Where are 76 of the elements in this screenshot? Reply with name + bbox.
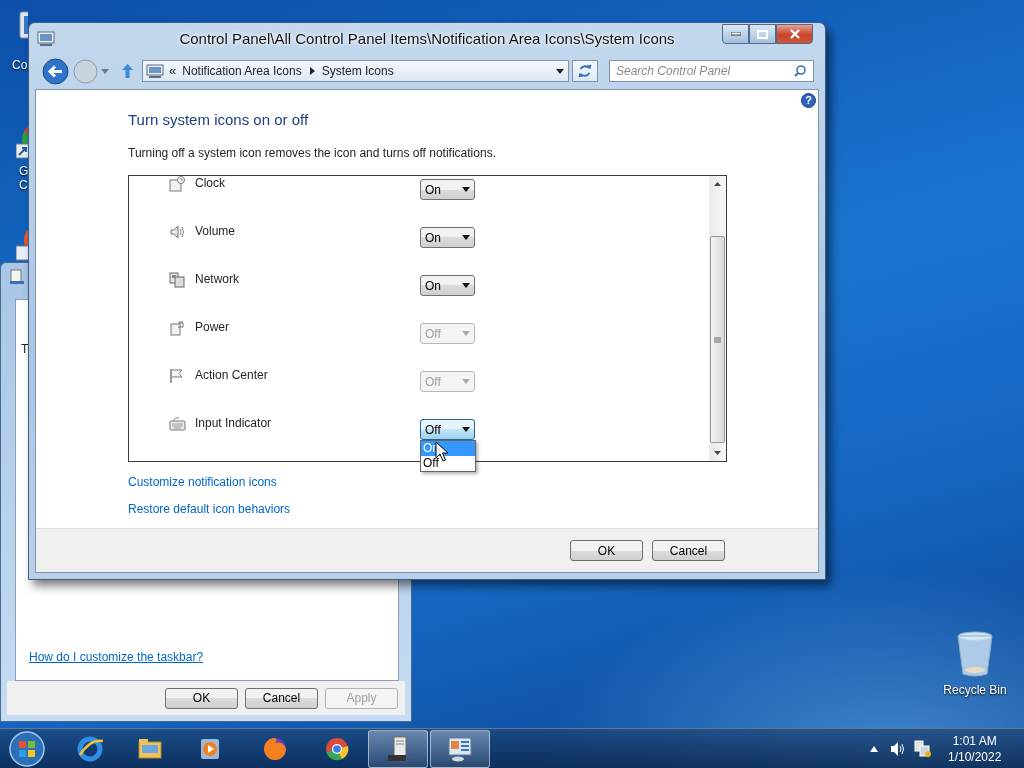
- scroll-up-arrow-icon[interactable]: [714, 182, 721, 186]
- behavior-dropdown[interactable]: On: [420, 179, 475, 200]
- maximize-button[interactable]: [749, 24, 776, 44]
- search-field[interactable]: Search Control Panel: [609, 60, 814, 82]
- caret-icon: [462, 379, 470, 384]
- recent-pages-icon[interactable]: [101, 68, 109, 74]
- maximize-icon: [757, 29, 768, 39]
- setting-label: Network: [195, 272, 240, 286]
- speaker-icon[interactable]: [890, 740, 906, 757]
- caret-icon: [462, 427, 470, 432]
- setting-label: Action Center: [195, 368, 269, 382]
- taskbar-button[interactable]: [368, 729, 428, 768]
- icon-label: G: [19, 164, 29, 178]
- close-icon: [788, 29, 801, 39]
- back-button[interactable]: [42, 57, 69, 85]
- caret-icon: [462, 283, 470, 288]
- scroll-down-arrow-icon[interactable]: [714, 451, 721, 455]
- network-icon: [169, 272, 186, 288]
- setting-label: Volume: [195, 224, 237, 238]
- behavior-dropdown[interactable]: On: [420, 275, 475, 296]
- taskbar-properties-icon: [9, 269, 25, 285]
- behavior-dropdown[interactable]: Off: [420, 419, 475, 440]
- browser-icon[interactable]: [76, 734, 104, 763]
- network-icon[interactable]: [914, 739, 932, 758]
- power-plug-icon: [169, 320, 186, 336]
- breadcrumb[interactable]: Notification Area Icons: [182, 62, 302, 80]
- caret-icon: [462, 331, 470, 336]
- grip-icon: [714, 336, 721, 343]
- dialog-button[interactable]: OK: [165, 687, 238, 709]
- keyboard-icon: [169, 416, 186, 432]
- caret-icon: [462, 187, 470, 192]
- search-icon[interactable]: [794, 65, 806, 77]
- dropdown-arrow-icon[interactable]: [556, 68, 564, 74]
- clock[interactable]: 1:01 AM 1/10/2022: [948, 732, 1002, 765]
- start-button[interactable]: [7, 729, 47, 768]
- icon-label: Co: [12, 58, 28, 72]
- dialog-button[interactable]: Cancel: [245, 687, 318, 709]
- minimize-icon: [730, 32, 741, 36]
- speaker-icon: [169, 224, 186, 240]
- dialog-button[interactable]: Cancel: [652, 540, 725, 561]
- flag-icon: [169, 368, 186, 384]
- scrollbar-thumb[interactable]: [710, 236, 725, 443]
- breadcrumb[interactable]: System Icons: [321, 62, 394, 80]
- clock-date: 1/10/2022: [948, 748, 1002, 765]
- clock-time: 1:01 AM: [951, 732, 998, 749]
- tab-panel-text: T: [21, 341, 29, 358]
- minimize-button[interactable]: [722, 24, 749, 44]
- help-button[interactable]: ?: [801, 93, 816, 108]
- refresh-button[interactable]: [572, 60, 598, 82]
- show-hidden-icons-button[interactable]: [870, 745, 878, 752]
- help-link[interactable]: How do I customize the taskbar?: [29, 648, 204, 666]
- page-heading: Turn system icons on or off: [128, 110, 310, 130]
- setting-label: Input Indicator: [195, 416, 273, 430]
- recycle-bin-icon[interactable]: [956, 630, 994, 678]
- overflow-chevron[interactable]: «: [169, 61, 177, 81]
- icon-label: C: [19, 178, 28, 192]
- window-title: Control Panel\All Control Panel Items\Notification Area Icons\System Icons: [179, 30, 675, 47]
- dialog-button[interactable]: OK: [570, 540, 643, 561]
- control-panel-icon[interactable]: [446, 734, 474, 763]
- link[interactable]: Restore default icon behaviors: [128, 502, 291, 516]
- scrollbar[interactable]: [709, 176, 726, 461]
- control-panel-icon: [37, 31, 55, 47]
- icon-label: Recycle Bin: [942, 683, 1008, 697]
- caret-icon: [462, 235, 470, 240]
- page-description: Turning off a system icon removes the icon and turns off notifications.: [128, 146, 497, 160]
- setting-label: Power: [195, 320, 230, 334]
- address-bar[interactable]: « Notification Area Icons System Icons: [142, 60, 569, 82]
- taskbar-button[interactable]: [430, 729, 490, 768]
- behavior-dropdown[interactable]: On: [420, 227, 475, 248]
- link[interactable]: Customize notification icons: [128, 475, 277, 489]
- clock-icon: [169, 176, 186, 192]
- close-button[interactable]: [776, 24, 813, 44]
- breadcrumb-arrow-icon[interactable]: [309, 67, 315, 75]
- control-panel-icon: [146, 63, 164, 79]
- dropdown-option[interactable]: Off: [421, 456, 475, 471]
- setting-label: Clock: [195, 176, 226, 190]
